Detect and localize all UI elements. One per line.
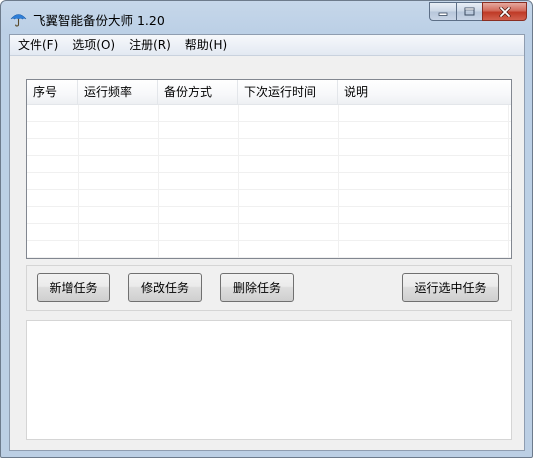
empty-row: [27, 139, 511, 156]
empty-row: [27, 156, 511, 173]
menu-bar: 文件(F) 选项(O) 注册(R) 帮助(H): [10, 35, 524, 56]
main-window: 飞翼智能备份大师 1.20 文件(F) 选项(O) 注册(R) 帮助(H) 序号…: [0, 0, 533, 458]
add-task-button[interactable]: 新增任务: [37, 273, 110, 302]
maximize-button[interactable]: [456, 2, 482, 21]
minimize-icon: [438, 12, 448, 16]
column-header-backup-mode[interactable]: 备份方式: [158, 80, 238, 104]
menu-register[interactable]: 注册(R): [123, 35, 177, 55]
task-list-header: 序号 运行频率 备份方式 下次运行时间 说明: [27, 80, 511, 105]
maximize-icon: [464, 7, 475, 16]
log-output[interactable]: [26, 320, 512, 440]
column-header-description[interactable]: 说明: [338, 80, 508, 104]
empty-row: [27, 224, 511, 241]
empty-row: [27, 173, 511, 190]
client-area: 文件(F) 选项(O) 注册(R) 帮助(H) 序号 运行频率 备份方式 下次运…: [9, 34, 525, 451]
column-divider: [238, 105, 239, 258]
close-button[interactable]: [482, 2, 527, 21]
edit-task-button[interactable]: 修改任务: [128, 273, 202, 302]
column-divider: [78, 105, 79, 258]
empty-row: [27, 105, 511, 122]
column-divider: [508, 105, 509, 258]
action-button-panel: 新增任务 修改任务 删除任务 运行选中任务: [26, 265, 512, 311]
delete-task-button[interactable]: 删除任务: [220, 273, 294, 302]
umbrella-icon: [10, 14, 27, 27]
menu-options[interactable]: 选项(O): [66, 35, 121, 55]
column-header-index[interactable]: 序号: [27, 80, 78, 104]
minimize-button[interactable]: [429, 2, 456, 21]
empty-row: [27, 122, 511, 139]
menu-file[interactable]: 文件(F): [12, 35, 64, 55]
task-list-body: [27, 105, 511, 258]
task-list[interactable]: 序号 运行频率 备份方式 下次运行时间 说明: [26, 79, 512, 259]
column-divider: [158, 105, 159, 258]
empty-row: [27, 241, 511, 258]
column-header-next-run[interactable]: 下次运行时间: [238, 80, 338, 104]
caption-buttons: [429, 2, 527, 22]
close-icon: [498, 6, 511, 17]
window-title: 飞翼智能备份大师 1.20: [33, 13, 165, 28]
column-divider: [338, 105, 339, 258]
empty-row: [27, 207, 511, 224]
column-header-frequency[interactable]: 运行频率: [78, 80, 158, 104]
run-selected-task-button[interactable]: 运行选中任务: [402, 273, 499, 302]
title-bar[interactable]: 飞翼智能备份大师 1.20: [1, 1, 532, 34]
empty-row: [27, 190, 511, 207]
menu-help[interactable]: 帮助(H): [179, 35, 233, 55]
